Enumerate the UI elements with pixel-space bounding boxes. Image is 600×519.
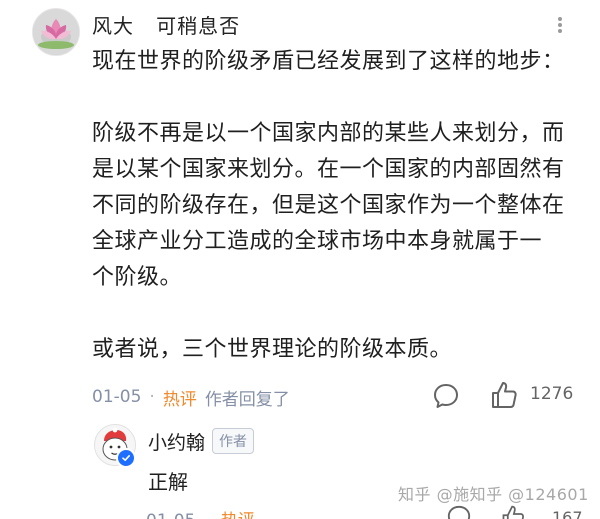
comment-thread: 风大 可稍息否 现在世界的阶级矛盾已经发展到了这样的地步： 阶级不再是以一个国家… [0,0,600,519]
comment-reply-icon[interactable] [432,382,460,410]
comment-author-name[interactable]: 风大 可稍息否 [92,10,240,39]
comment-body: 现在世界的阶级矛盾已经发展到了这样的地步： 阶级不再是以一个国家内部的某些人来划… [92,44,592,368]
reply-body: 正解 [148,470,188,494]
author-replied-link[interactable]: 作者回复了 [205,385,290,410]
meta-separator: · [149,387,155,407]
comment-line: 现在世界的阶级矛盾已经发展到了这样的地步： [92,49,565,74]
user-avatar[interactable] [32,8,80,56]
reply-date: 01-05 [146,511,195,519]
reply-thumbs-up-icon[interactable] [500,504,526,519]
comment-line: 阶级不再是以一个国家内部的某些人来划分，而 [92,121,565,146]
reply-author-name[interactable]: 小约翰 [148,428,205,455]
comment-line: 不同的阶级存在，但是这个国家作为一个整体在 [92,193,565,218]
reply-like-count: 167 [552,508,583,519]
reply-meta: 01-05 热评 [146,506,255,519]
reply-comment-icon[interactable] [446,504,472,519]
author-badge: 作者 [212,428,254,454]
comment-line: 个阶级。 [92,265,183,290]
comment-date: 01-05 [92,387,142,407]
like-count: 1276 [530,384,574,404]
verified-badge-icon [116,448,136,468]
thumbs-up-icon[interactable] [490,380,518,410]
reply-hot-label: 热评 [221,511,255,519]
comment-meta: 01-05 · 热评 作者回复了 [92,384,290,410]
comment-line: 全球产业分工造成的全球市场中本身就属于一 [92,229,543,254]
zhihu-watermark: 知乎 @施知乎 @124601 [398,485,589,504]
more-options-icon[interactable] [548,15,572,35]
lotus-avatar-image [33,9,79,55]
comment-line: 是以某个国家来划分。在一个国家的内部固然有 [92,157,565,182]
comment-line: 或者说，三个世界理论的阶级本质。 [92,337,453,362]
hot-comment-label: 热评 [162,389,197,410]
